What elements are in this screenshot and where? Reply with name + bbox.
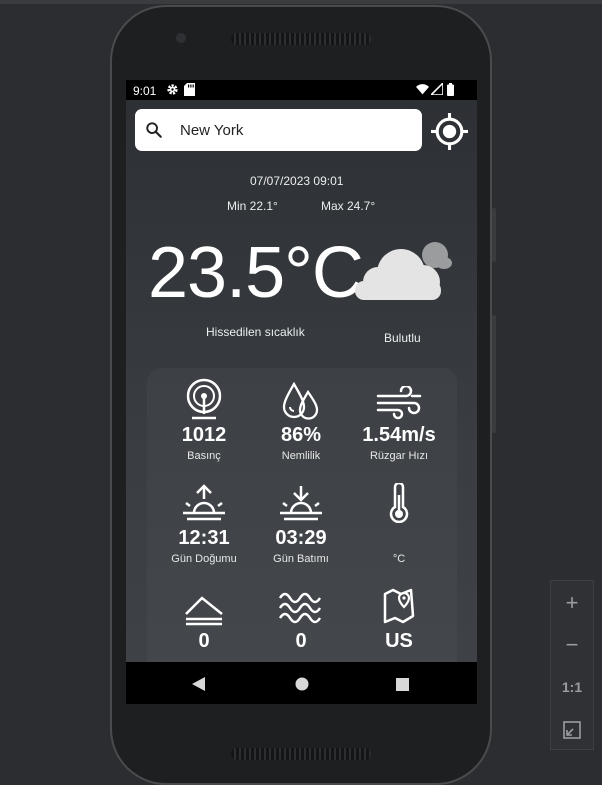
cell-signal-icon <box>431 83 443 95</box>
zoom-one-to-one-button[interactable]: 1:1 <box>551 667 593 707</box>
detail-sunset: 03:29 Gün Batımı <box>251 479 351 565</box>
pressure-gauge-icon <box>186 378 222 420</box>
front-camera <box>176 33 186 43</box>
mountain-icon <box>185 596 223 626</box>
sunrise-label: Gün Doğumu <box>171 553 237 565</box>
weather-condition-text: Bulutlu <box>384 331 421 345</box>
wind-icon <box>376 386 422 420</box>
phone-screen: 9:01 07/07/2023 09:01 <box>126 80 477 704</box>
android-nav-bar <box>126 662 477 704</box>
humidity-drops-icon <box>282 381 319 420</box>
sunrise-icon <box>183 484 225 521</box>
recents-square-icon[interactable] <box>396 678 409 691</box>
city-search-input[interactable] <box>180 119 410 141</box>
sea-level-value: 0 <box>198 630 210 652</box>
waves-icon <box>278 592 322 624</box>
thermometer-icon <box>389 483 409 523</box>
humidity-label: Nemlilik <box>281 450 321 462</box>
min-temp-text: Min 22.1° <box>227 199 278 213</box>
detail-pressure: 1012 Basınç <box>154 376 254 462</box>
status-bar: 9:01 <box>126 80 477 100</box>
cloudy-weather-icon <box>355 242 452 300</box>
volume-button[interactable] <box>492 208 496 262</box>
detail-ground-level: 0 <box>251 582 351 652</box>
detail-humidity: 86% Nemlilik <box>251 376 351 462</box>
back-triangle-icon[interactable] <box>192 677 205 691</box>
temperature-unit-value <box>349 527 449 549</box>
status-time: 9:01 <box>133 84 157 98</box>
battery-icon <box>447 83 454 96</box>
home-circle-icon[interactable] <box>295 677 309 691</box>
detail-temperature-unit: °C <box>349 479 449 565</box>
wind-speed-value: 1.54m/s <box>362 424 436 446</box>
sunset-icon <box>280 486 322 521</box>
wind-speed-label: Rüzgar Hızı <box>369 450 429 462</box>
detail-country: US <box>349 582 449 652</box>
zoom-in-button[interactable]: + <box>551 583 593 623</box>
ground-level-value: 0 <box>295 630 307 652</box>
search-icon[interactable] <box>145 121 163 139</box>
bottom-speaker <box>231 748 371 760</box>
sunset-value: 03:29 <box>275 527 327 549</box>
emulator-zoom-controls: + − 1:1 <box>550 580 594 750</box>
top-speaker <box>231 33 371 45</box>
fit-screen-icon[interactable] <box>563 721 581 739</box>
sunset-label: Gün Batımı <box>273 553 329 565</box>
detail-sunrise: 12:31 Gün Doğumu <box>154 479 254 565</box>
date-time-text: 07/07/2023 09:01 <box>250 174 344 188</box>
weather-details-card: 1012 Basınç 86% Nemlilik 1.54m/s Rüzgar … <box>147 368 457 704</box>
settings-gear-icon <box>167 84 178 95</box>
sd-card-icon <box>184 83 195 96</box>
detail-sea-level: 0 <box>154 582 254 652</box>
pressure-value: 1012 <box>181 424 227 446</box>
country-value: US <box>385 630 413 652</box>
current-temperature: 23.5°C <box>148 233 364 313</box>
city-search-box[interactable] <box>135 109 422 151</box>
sunrise-value: 12:31 <box>178 527 230 549</box>
detail-wind: 1.54m/s Rüzgar Hızı <box>349 376 449 462</box>
zoom-out-button[interactable]: − <box>551 625 593 665</box>
power-button[interactable] <box>492 315 496 433</box>
pressure-label: Basınç <box>187 450 221 462</box>
temperature-unit-label: °C <box>392 553 406 565</box>
wifi-icon <box>416 84 429 95</box>
feels-like-label: Hissedilen sıcaklık <box>206 325 305 339</box>
max-temp-text: Max 24.7° <box>321 199 376 213</box>
window-top-border <box>0 0 602 4</box>
map-location-icon <box>383 588 415 624</box>
humidity-value: 86% <box>280 424 322 446</box>
my-location-icon[interactable] <box>431 113 468 150</box>
